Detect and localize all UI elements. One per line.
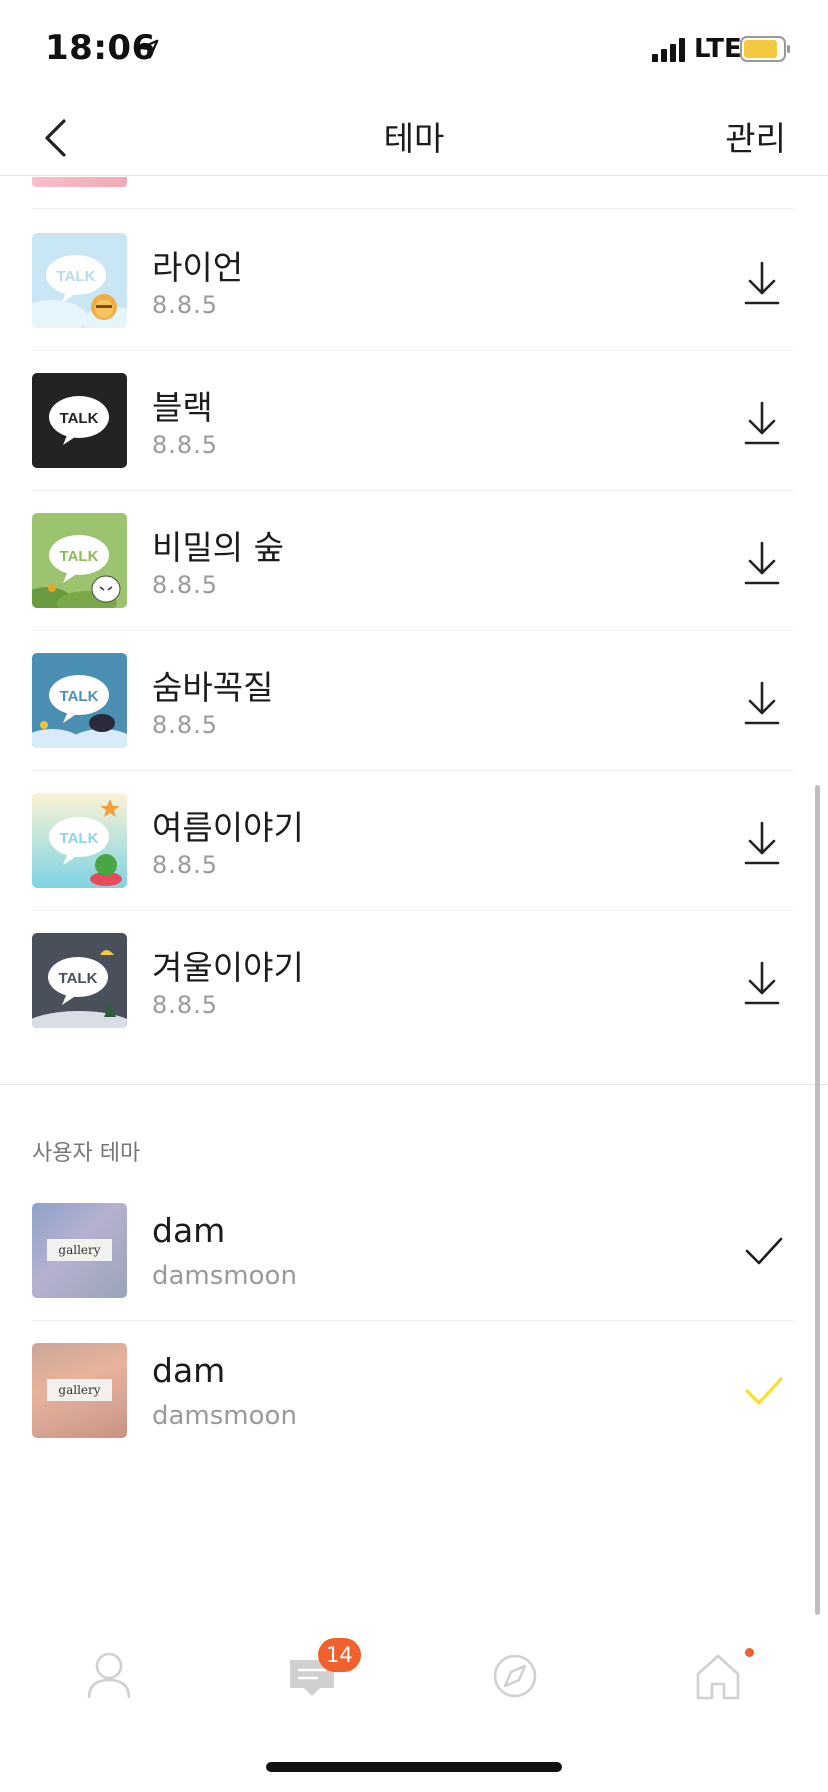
check-icon-selected[interactable]	[744, 1371, 784, 1411]
theme-thumbnail: gallery	[32, 1343, 127, 1438]
theme-thumbnail	[32, 177, 127, 187]
partial-theme-row	[32, 177, 794, 209]
theme-name: 숨바꼭질	[152, 668, 274, 707]
tab-discover[interactable]	[485, 1646, 545, 1706]
list-item[interactable]: gallery dam damsmoon	[32, 1321, 794, 1461]
profile-icon	[87, 1652, 131, 1699]
manage-button[interactable]: 관리	[725, 112, 786, 160]
theme-scroll-area[interactable]: TALK 라이언 8.8.5 TALK 블랙 8.8.5 TALK 비밀의 숲 …	[0, 177, 828, 1627]
theme-thumbnail: TALK	[32, 513, 127, 608]
theme-thumbnail: TALK	[32, 373, 127, 468]
theme-version: 8.8.5	[152, 291, 219, 319]
page-title: 테마	[383, 119, 445, 158]
gallery-label: gallery	[47, 1379, 112, 1401]
battery-icon	[740, 36, 790, 62]
theme-name: 겨울이야기	[152, 948, 304, 987]
theme-thumbnail: TALK	[32, 233, 127, 328]
tab-bar	[0, 1628, 828, 1728]
theme-thumbnail: TALK	[32, 933, 127, 1028]
download-icon[interactable]	[740, 959, 784, 1007]
theme-thumbnail: TALK	[32, 653, 127, 748]
check-icon[interactable]	[744, 1231, 784, 1271]
theme-name: 라이언	[152, 248, 244, 287]
list-item[interactable]: TALK 여름이야기 8.8.5	[32, 771, 794, 911]
nav-bar: 테마 관리	[0, 100, 828, 176]
svg-text:TALK: TALK	[60, 410, 99, 427]
chat-badge: 14	[318, 1638, 361, 1672]
theme-name: dam	[152, 1211, 226, 1250]
download-icon[interactable]	[740, 259, 784, 307]
section-divider	[0, 1084, 828, 1085]
theme-name: 블랙	[152, 388, 213, 427]
svg-text:TALK: TALK	[57, 268, 96, 285]
tab-home[interactable]	[688, 1646, 748, 1706]
theme-author: damsmoon	[152, 1401, 297, 1431]
notification-dot	[745, 1648, 754, 1657]
signal-icon	[652, 38, 685, 62]
download-icon[interactable]	[740, 399, 784, 447]
theme-name: 여름이야기	[152, 808, 304, 847]
theme-version: 8.8.5	[152, 711, 219, 739]
svg-text:TALK: TALK	[60, 688, 99, 705]
compass-icon	[493, 1654, 537, 1698]
list-item[interactable]: TALK 비밀의 숲 8.8.5	[32, 491, 794, 631]
svg-text:TALK: TALK	[60, 830, 99, 847]
gallery-label: gallery	[47, 1239, 112, 1261]
list-item[interactable]: TALK 라이언 8.8.5	[32, 211, 794, 351]
download-icon[interactable]	[740, 679, 784, 727]
user-theme-list: gallery dam damsmoon gallery dam damsmoo…	[32, 1181, 794, 1461]
tab-profile[interactable]	[79, 1646, 139, 1706]
home-icon	[696, 1654, 740, 1700]
list-item[interactable]: TALK 숨바꼭질 8.8.5	[32, 631, 794, 771]
section-label: 사용자 테마	[32, 1141, 141, 1166]
theme-version: 8.8.5	[152, 431, 219, 459]
list-item[interactable]: TALK 겨울이야기 8.8.5	[32, 911, 794, 1051]
scrollbar[interactable]	[815, 785, 820, 1615]
list-item[interactable]: gallery dam damsmoon	[32, 1181, 794, 1321]
theme-thumbnail: gallery	[32, 1203, 127, 1298]
theme-author: damsmoon	[152, 1261, 297, 1291]
svg-text:TALK: TALK	[59, 970, 98, 987]
download-icon[interactable]	[740, 539, 784, 587]
theme-list: TALK 라이언 8.8.5 TALK 블랙 8.8.5 TALK 비밀의 숲 …	[32, 211, 794, 1051]
status-bar: 18:06 LTE	[0, 0, 828, 100]
theme-name: dam	[152, 1351, 226, 1390]
theme-version: 8.8.5	[152, 991, 219, 1019]
theme-name: 비밀의 숲	[152, 528, 284, 567]
theme-thumbnail: TALK	[32, 793, 127, 888]
list-item[interactable]: TALK 블랙 8.8.5	[32, 351, 794, 491]
network-type: LTE	[694, 34, 742, 64]
location-arrow-icon	[139, 39, 159, 59]
home-indicator[interactable]	[266, 1762, 562, 1772]
theme-version: 8.8.5	[152, 571, 219, 599]
download-icon[interactable]	[740, 819, 784, 867]
theme-version: 8.8.5	[152, 851, 219, 879]
svg-text:TALK: TALK	[60, 548, 99, 565]
